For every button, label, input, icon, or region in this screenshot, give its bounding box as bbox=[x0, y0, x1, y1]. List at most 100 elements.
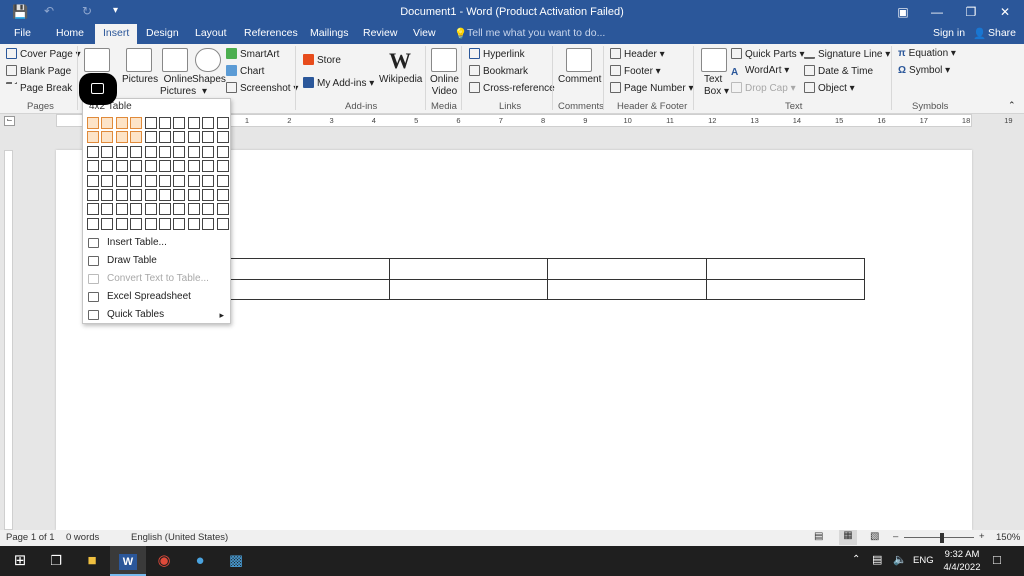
cover-page-button[interactable]: Cover Page ▾ bbox=[6, 48, 81, 61]
blank-page-button[interactable]: Blank Page bbox=[6, 65, 71, 78]
table-grid-cell[interactable] bbox=[187, 203, 200, 216]
zoom-in-icon[interactable]: + bbox=[979, 531, 985, 542]
table-grid-cell[interactable] bbox=[159, 145, 171, 158]
smartart-button[interactable]: SmartArt bbox=[226, 48, 279, 61]
table-grid-cell[interactable] bbox=[202, 145, 215, 158]
table-cell[interactable] bbox=[705, 278, 865, 300]
table-grid-cell[interactable] bbox=[144, 217, 157, 230]
table-grid-cell[interactable] bbox=[115, 117, 128, 129]
table-grid-cell[interactable] bbox=[115, 174, 128, 187]
page-count[interactable]: Page 1 of 1 bbox=[6, 532, 55, 543]
table-icon[interactable] bbox=[84, 48, 110, 72]
table-grid-cell[interactable] bbox=[101, 217, 114, 230]
table-grid-cell[interactable] bbox=[130, 160, 143, 173]
table-grid-cell[interactable] bbox=[115, 189, 128, 201]
volume-icon[interactable]: 🔈 bbox=[893, 553, 907, 566]
table-cell[interactable] bbox=[388, 278, 548, 300]
document-table[interactable] bbox=[230, 258, 865, 300]
header-button[interactable]: Header ▾ bbox=[610, 48, 665, 61]
table-cell[interactable] bbox=[230, 258, 390, 280]
table-grid-cell[interactable] bbox=[202, 160, 215, 173]
zoom-slider-thumb[interactable] bbox=[940, 533, 944, 543]
wordart-button[interactable]: A WordArt ▾ bbox=[731, 65, 789, 78]
bookmark-button[interactable]: Bookmark bbox=[469, 65, 528, 78]
app-window-icon[interactable]: ▩ bbox=[218, 546, 254, 576]
table-grid-cell[interactable] bbox=[187, 160, 200, 173]
table-cell[interactable] bbox=[547, 258, 707, 280]
restore-button[interactable]: ❐ bbox=[954, 0, 988, 24]
tell-me-box[interactable]: Tell me what you want to do... bbox=[467, 27, 605, 39]
table-grid-cell[interactable] bbox=[144, 174, 157, 187]
table-grid-cell[interactable] bbox=[202, 117, 215, 129]
tab-home[interactable]: Home bbox=[56, 27, 84, 39]
table-grid-cell[interactable] bbox=[115, 203, 128, 216]
table-grid-cell[interactable] bbox=[115, 160, 128, 173]
clock-time[interactable]: 9:32 AM bbox=[940, 549, 984, 560]
store-button[interactable]: Store bbox=[303, 54, 341, 67]
comment-button[interactable]: Comment bbox=[558, 74, 601, 86]
table-grid-cell[interactable] bbox=[144, 160, 157, 173]
table-grid-cell[interactable] bbox=[144, 145, 157, 158]
table-grid-cell[interactable] bbox=[87, 174, 99, 187]
my-addins-button[interactable]: My Add-ins ▾ bbox=[303, 77, 374, 90]
table-cell[interactable] bbox=[705, 258, 865, 280]
table-grid-cell[interactable] bbox=[159, 174, 171, 187]
signature-line-button[interactable]: Signature Line ▾ bbox=[804, 48, 890, 61]
table-grid-cell[interactable] bbox=[144, 189, 157, 201]
word-taskbar-icon[interactable]: W bbox=[110, 546, 146, 576]
table-grid-cell[interactable] bbox=[101, 174, 114, 187]
table-grid-cell[interactable] bbox=[159, 189, 171, 201]
table-grid-cell[interactable] bbox=[216, 117, 229, 129]
chart-button[interactable]: Chart bbox=[226, 65, 264, 78]
tab-view[interactable]: View bbox=[413, 27, 436, 39]
table-grid-cell[interactable] bbox=[115, 131, 128, 144]
table-grid-cell[interactable] bbox=[187, 174, 200, 187]
quick-tables-item[interactable]: Quick Tables ▸ bbox=[83, 306, 230, 324]
table-grid-cell[interactable] bbox=[202, 174, 215, 187]
table-grid-cell[interactable] bbox=[216, 203, 229, 216]
table-grid-cell[interactable] bbox=[144, 117, 157, 129]
table-grid-cell[interactable] bbox=[144, 203, 157, 216]
page-break-button[interactable]: Page Break bbox=[6, 82, 72, 95]
table-grid-cell[interactable] bbox=[173, 117, 186, 129]
tab-references[interactable]: References bbox=[244, 27, 298, 39]
online-pictures-button[interactable]: Online Pictures bbox=[160, 74, 196, 98]
task-view-icon[interactable]: ❐ bbox=[38, 546, 74, 576]
network-icon[interactable]: ▤ bbox=[872, 553, 882, 566]
cross-reference-button[interactable]: Cross-reference bbox=[469, 82, 555, 95]
input-language[interactable]: ENG bbox=[913, 555, 934, 566]
equation-button[interactable]: π Equation ▾ bbox=[898, 48, 956, 60]
insert-table-item[interactable]: Insert Table... bbox=[83, 234, 230, 252]
table-grid-cell[interactable] bbox=[216, 145, 229, 158]
page-number-button[interactable]: Page Number ▾ bbox=[610, 82, 694, 95]
table-grid-cell[interactable] bbox=[130, 203, 143, 216]
text-box-button[interactable]: Text Box ▾ bbox=[704, 74, 729, 98]
table-grid-cell[interactable] bbox=[216, 131, 229, 144]
hyperlink-button[interactable]: Hyperlink bbox=[469, 48, 525, 61]
quick-parts-button[interactable]: Quick Parts ▾ bbox=[731, 48, 805, 61]
tab-mailings[interactable]: Mailings bbox=[310, 27, 349, 39]
table-grid-cell[interactable] bbox=[159, 217, 171, 230]
table-grid-cell[interactable] bbox=[144, 131, 157, 144]
tray-chevron-icon[interactable]: ⌃ bbox=[852, 554, 860, 565]
table-grid-cell[interactable] bbox=[101, 145, 114, 158]
table-grid-cell[interactable] bbox=[87, 189, 99, 201]
table-grid-cell[interactable] bbox=[216, 174, 229, 187]
word-count[interactable]: 0 words bbox=[66, 532, 99, 543]
table-grid-cell[interactable] bbox=[187, 145, 200, 158]
wikipedia-button[interactable]: Wikipedia bbox=[379, 74, 422, 86]
table-grid-cell[interactable] bbox=[173, 189, 186, 201]
table-cell[interactable] bbox=[230, 278, 390, 300]
drop-cap-button[interactable]: Drop Cap ▾ bbox=[731, 82, 796, 95]
table-grid-cell[interactable] bbox=[202, 203, 215, 216]
notifications-icon[interactable]: □ bbox=[993, 552, 1001, 567]
table-grid-cell[interactable] bbox=[130, 217, 143, 230]
tab-review[interactable]: Review bbox=[363, 27, 397, 39]
table-grid-cell[interactable] bbox=[187, 217, 200, 230]
zoom-out-icon[interactable]: – bbox=[893, 531, 898, 542]
pictures-button[interactable]: Pictures bbox=[122, 74, 158, 86]
table-grid-cell[interactable] bbox=[173, 217, 186, 230]
file-explorer-icon[interactable]: ■ bbox=[74, 546, 110, 576]
tab-insert[interactable]: Insert bbox=[95, 24, 138, 44]
table-grid-cell[interactable] bbox=[173, 131, 186, 144]
